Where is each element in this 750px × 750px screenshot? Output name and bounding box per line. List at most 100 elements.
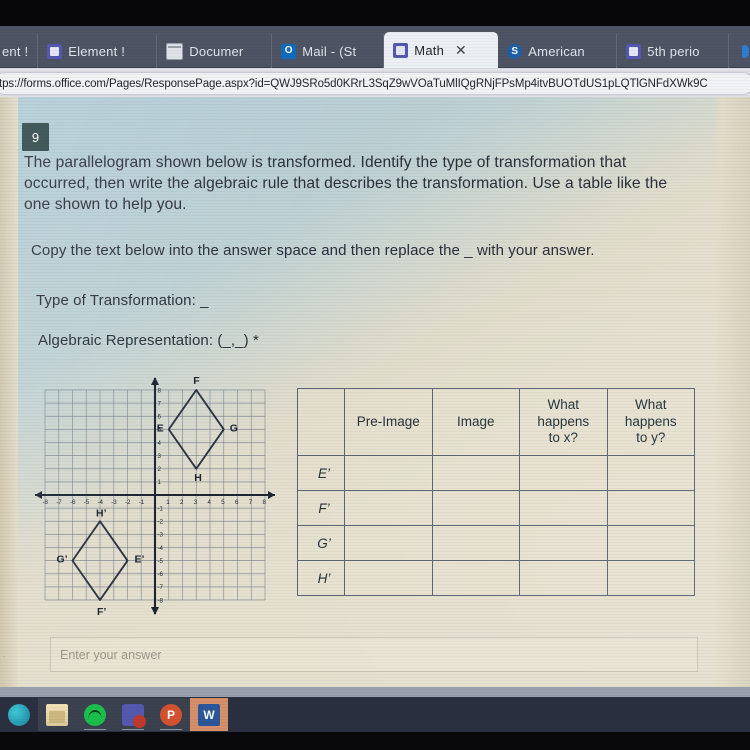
tab-title: Documer (189, 43, 244, 59)
browser-tab-2[interactable]: Documer (157, 34, 273, 68)
teams-icon (393, 42, 409, 58)
copy-instruction-text: Copy the text below into the answer spac… (31, 242, 595, 259)
circle-s-icon (507, 43, 523, 59)
svg-text:-2: -2 (125, 499, 131, 506)
table-cell (606, 525, 695, 561)
svg-text:-7: -7 (56, 499, 62, 506)
svg-text:3: 3 (158, 453, 162, 460)
tab-title: Element ! (68, 43, 126, 59)
table-cell (606, 490, 695, 526)
vertex-label-F: F (193, 375, 200, 387)
running-indicator (160, 728, 182, 730)
file-explorer-icon (46, 703, 68, 726)
graph-svg: -8 -7 -6 -5 -4 -3 -2 -1 1 2 3 4 5 6 7 8-8-7-6-5-4-3-2-1… (35, 375, 275, 618)
svg-text:-6: -6 (70, 499, 76, 506)
answer-input[interactable]: Enter your answer (50, 637, 698, 672)
table-row: H’ (297, 560, 695, 596)
teams-icon (122, 703, 146, 728)
header-line-3: to y? (636, 430, 666, 446)
question-number-badge: 9 (22, 123, 49, 151)
svg-text:-4: -4 (98, 499, 104, 506)
word-icon (198, 703, 220, 726)
taskbar-item-teams[interactable] (114, 698, 152, 731)
table-row: G’ (297, 525, 695, 561)
table-cell (431, 560, 520, 596)
vertex-label-E: E (157, 422, 164, 434)
table-cell (519, 525, 608, 561)
table-row-label: E’ (297, 455, 345, 491)
transformation-table: Pre-Image Image What happens to x? What … (297, 388, 695, 596)
browser-tab-strip: ent ! Element ! Documer Mail - (St Math … (0, 26, 750, 68)
edge-icon (8, 703, 30, 726)
table-row-label: G’ (297, 525, 345, 561)
vertex-label-E’: E’ (135, 554, 145, 566)
table-header-row: Pre-Image Image What happens to x? What … (297, 388, 695, 456)
taskbar-icon-group (0, 698, 228, 731)
table-cell (344, 560, 433, 596)
svg-text:-1: -1 (139, 499, 145, 506)
table-header-what-happens-to-y: What happens to y? (606, 388, 695, 456)
browser-tab-6[interactable]: 5th perio (617, 34, 730, 68)
svg-text:6: 6 (235, 499, 239, 506)
svg-text:1: 1 (166, 499, 170, 506)
vertex-label-G: G (230, 422, 238, 434)
table-row-label: F’ (297, 490, 345, 526)
url-text: tps://forms.office.com/Pages/ResponsePag… (0, 77, 708, 90)
svg-text:1: 1 (158, 479, 162, 486)
vertex-label-G’: G’ (57, 554, 68, 566)
axes (35, 377, 275, 615)
browser-tab-1[interactable]: Element ! (38, 34, 158, 68)
table-header-image: Image (431, 388, 520, 456)
coordinate-plane-graph: -8 -7 -6 -5 -4 -3 -2 -1 1 2 3 4 5 6 7 8 -8 -7 -6 -5 -4 -3 -2 -1… (33, 372, 278, 622)
taskbar-item-file-explorer[interactable] (38, 698, 76, 731)
header-line-3: to x? (548, 430, 578, 446)
browser-tab-3[interactable]: Mail - (St (272, 34, 385, 68)
taskbar-item-word[interactable] (190, 698, 228, 731)
table-cell (606, 455, 695, 491)
table-cell (344, 525, 433, 561)
svg-text:4: 4 (158, 440, 162, 447)
table-cell (519, 455, 608, 491)
table-cell (344, 490, 433, 526)
url-input[interactable]: tps://forms.office.com/Pages/ResponsePag… (0, 72, 750, 95)
close-icon[interactable]: ✕ (455, 42, 467, 59)
page-left-edge (0, 97, 18, 687)
browser-tab-5[interactable]: American (498, 34, 618, 68)
document-icon (166, 42, 184, 60)
browser-tab-7[interactable]: naruto b· (729, 34, 750, 68)
svg-text:-3: -3 (111, 499, 117, 506)
running-indicator (84, 728, 106, 730)
tab-title: ent ! (2, 43, 29, 59)
table-cell (431, 490, 520, 526)
svg-text:6: 6 (158, 414, 162, 421)
window-bottom-edge (0, 687, 750, 697)
teams-icon (47, 43, 63, 59)
svg-text:5: 5 (221, 499, 225, 506)
browser-tab-math-active[interactable]: Math ✕ (384, 32, 499, 68)
tab-title: American (528, 43, 585, 59)
svg-text:-5: -5 (158, 558, 164, 565)
tab-title: Math (414, 42, 444, 58)
vertex-label-H: H (194, 472, 202, 484)
svg-text:8: 8 (158, 387, 162, 394)
screen-bezel-top (0, 0, 750, 26)
taskbar-item-edge[interactable] (0, 698, 38, 731)
header-line-2: happens (537, 413, 590, 429)
taskbar-item-spotify[interactable] (76, 698, 114, 731)
svg-text:7: 7 (158, 400, 162, 407)
page-side-marker: . (3, 650, 6, 659)
svg-text:7: 7 (249, 499, 253, 506)
svg-text:4: 4 (208, 499, 212, 506)
spotify-icon (84, 703, 106, 726)
vertex-label-H’: H’ (96, 507, 107, 519)
table-header-what-happens-to-x: What happens to x? (519, 388, 608, 456)
taskbar-item-powerpoint[interactable] (152, 698, 190, 731)
algebraic-representation-line: Algebraic Representation: (_,_) * (38, 332, 259, 349)
svg-text:-6: -6 (158, 571, 164, 578)
table-cell (344, 455, 433, 491)
powerpoint-icon (160, 703, 182, 726)
browser-tab-0[interactable]: ent ! (0, 34, 39, 68)
screen-bezel-bottom (0, 732, 750, 750)
header-line-1: What (547, 396, 579, 412)
table-row: E’ (297, 455, 695, 491)
